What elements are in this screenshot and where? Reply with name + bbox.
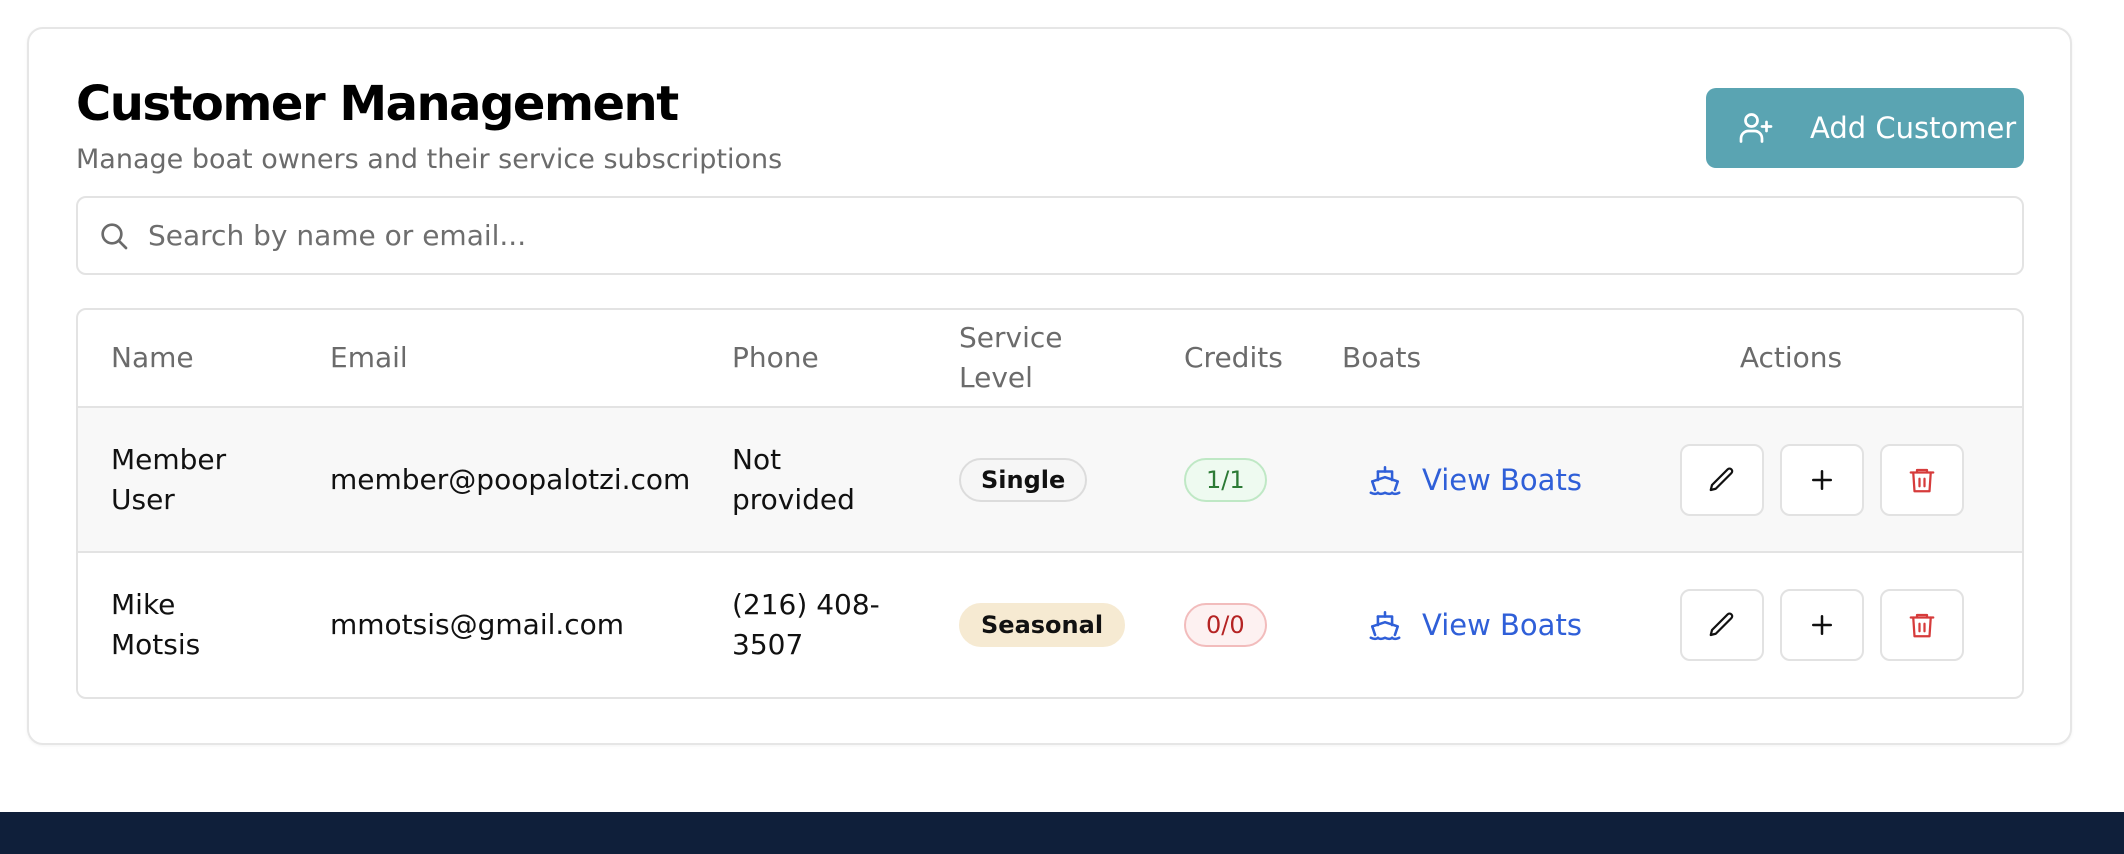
credits-cell: 0/0	[1184, 553, 1267, 696]
customer-phone: (216) 408-3507	[732, 587, 880, 661]
boats-cell: View Boats	[1368, 408, 1582, 551]
view-boats-link[interactable]: View Boats	[1368, 460, 1582, 500]
search-input[interactable]	[146, 218, 2000, 253]
pencil-icon	[1707, 465, 1737, 495]
customer-name: Member User	[111, 442, 227, 516]
column-header-credits[interactable]: Credits	[1184, 310, 1283, 406]
table-row: Mike Motsis mmotsis@gmail.com (216) 408-…	[78, 551, 2022, 696]
credits-badge: 1/1	[1184, 457, 1267, 502]
column-header-name[interactable]: Name	[111, 310, 194, 406]
edit-button[interactable]	[1680, 444, 1764, 516]
edit-button[interactable]	[1680, 589, 1764, 661]
column-header-email[interactable]: Email	[330, 310, 408, 406]
service-level-badge: Seasonal	[959, 602, 1126, 647]
user-plus-icon	[1738, 110, 1774, 146]
ship-icon	[1368, 608, 1402, 642]
page-subtitle: Manage boat owners and their service sub…	[76, 144, 783, 175]
search-field[interactable]	[76, 196, 2024, 275]
delete-button[interactable]	[1880, 444, 1964, 516]
add-credits-button[interactable]	[1780, 444, 1864, 516]
customer-email: mmotsis@gmail.com	[330, 607, 625, 641]
credits-badge: 0/0	[1184, 602, 1267, 647]
column-header-actions: Actions	[1739, 341, 1843, 374]
view-boats-label: View Boats	[1422, 607, 1582, 642]
delete-button[interactable]	[1880, 589, 1964, 661]
plus-icon	[1807, 465, 1837, 495]
service-level-cell: Seasonal	[959, 553, 1126, 696]
view-boats-link[interactable]: View Boats	[1368, 605, 1582, 645]
column-header-service-level[interactable]: Service Level	[959, 310, 1069, 406]
add-customer-button[interactable]: Add Customer	[1706, 88, 2024, 168]
service-level-badge: Single	[959, 457, 1088, 502]
add-customer-label: Add Customer	[1810, 111, 2017, 145]
table-row: Member User member@poopalotzi.com Not pr…	[78, 406, 2022, 551]
column-header-phone[interactable]: Phone	[732, 310, 819, 406]
customer-phone: Not provided	[732, 442, 855, 516]
pencil-icon	[1707, 610, 1737, 640]
add-credits-button[interactable]	[1780, 589, 1864, 661]
credits-cell: 1/1	[1184, 408, 1267, 551]
trash-icon	[1907, 610, 1937, 640]
boats-cell: View Boats	[1368, 553, 1582, 696]
ship-icon	[1368, 463, 1402, 497]
view-boats-label: View Boats	[1422, 462, 1582, 497]
plus-icon	[1807, 610, 1837, 640]
search-icon	[98, 220, 130, 252]
service-level-cell: Single	[959, 408, 1088, 551]
customers-table: Name Email Phone Service Level Credits B…	[76, 308, 2024, 699]
customer-email: member@poopalotzi.com	[330, 462, 691, 496]
customer-name: Mike Motsis	[111, 587, 201, 661]
page-title: Customer Management	[76, 76, 679, 132]
trash-icon	[1907, 465, 1937, 495]
footer-bar	[0, 812, 2124, 854]
column-header-boats[interactable]: Boats	[1342, 310, 1421, 406]
